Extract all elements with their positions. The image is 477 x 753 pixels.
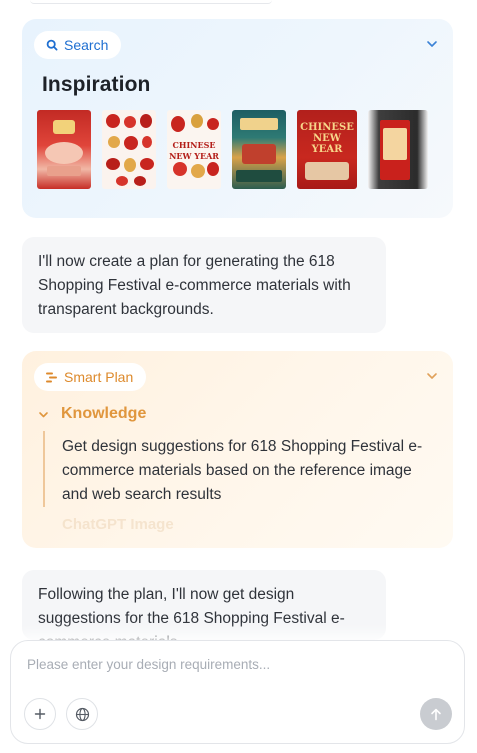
smart-plan-card: Smart Plan Knowledge Get design suggesti… <box>22 351 453 548</box>
red-banner-thumbnail[interactable] <box>368 110 428 189</box>
design-requirements-input[interactable] <box>27 657 427 672</box>
thumbnail-caption: CHINESE NEW YEAR <box>169 140 219 161</box>
inspiration-title: Inspiration <box>42 73 151 96</box>
web-search-toggle[interactable] <box>66 698 98 730</box>
thumbnail-caption: CHINESE NEW YEAR <box>300 122 354 155</box>
plan-step-header[interactable]: Knowledge <box>38 405 146 423</box>
chinese-new-year-red-poster-thumbnail[interactable]: CHINESE NEW YEAR <box>297 110 357 189</box>
composer <box>10 640 465 744</box>
plus-icon <box>34 708 46 720</box>
lantern-poster-thumbnail[interactable] <box>37 110 91 189</box>
search-tag-label: Search <box>64 37 109 53</box>
add-attachment-button[interactable] <box>24 698 56 730</box>
chinese-new-year-elements-thumbnail[interactable]: CHINESE NEW YEAR <box>167 110 221 189</box>
search-inspiration-card: Search Inspiration CHINESE NEW YEAR CHIN… <box>22 19 453 218</box>
plan-list-icon <box>46 372 57 382</box>
arrow-up-icon <box>431 708 441 720</box>
assistant-message: Following the plan, I'll now get design … <box>22 570 386 640</box>
previous-message-edge <box>30 0 272 4</box>
assistant-message: I'll now create a plan for generating th… <box>22 237 386 333</box>
plan-step-description: Get design suggestions for 618 Shopping … <box>62 438 423 503</box>
smart-plan-tag: Smart Plan <box>34 363 147 391</box>
chevron-down-small-icon <box>39 411 48 417</box>
chevron-down-icon[interactable] <box>425 37 439 51</box>
decorations-collage-thumbnail[interactable] <box>102 110 156 189</box>
plan-step-title: Knowledge <box>61 405 147 422</box>
next-step-title-faded: ChatGPT Image <box>62 516 174 533</box>
send-button[interactable] <box>420 698 452 730</box>
search-icon <box>46 39 58 51</box>
step-timeline-line <box>43 431 45 507</box>
globe-icon <box>75 707 89 721</box>
inspiration-thumbnails: CHINESE NEW YEAR CHINESE NEW YEAR <box>37 110 428 189</box>
chevron-down-icon[interactable] <box>425 369 439 383</box>
festival-building-poster-thumbnail[interactable] <box>232 110 286 189</box>
search-tag: Search <box>34 31 122 59</box>
smart-plan-tag-label: Smart Plan <box>64 369 134 385</box>
